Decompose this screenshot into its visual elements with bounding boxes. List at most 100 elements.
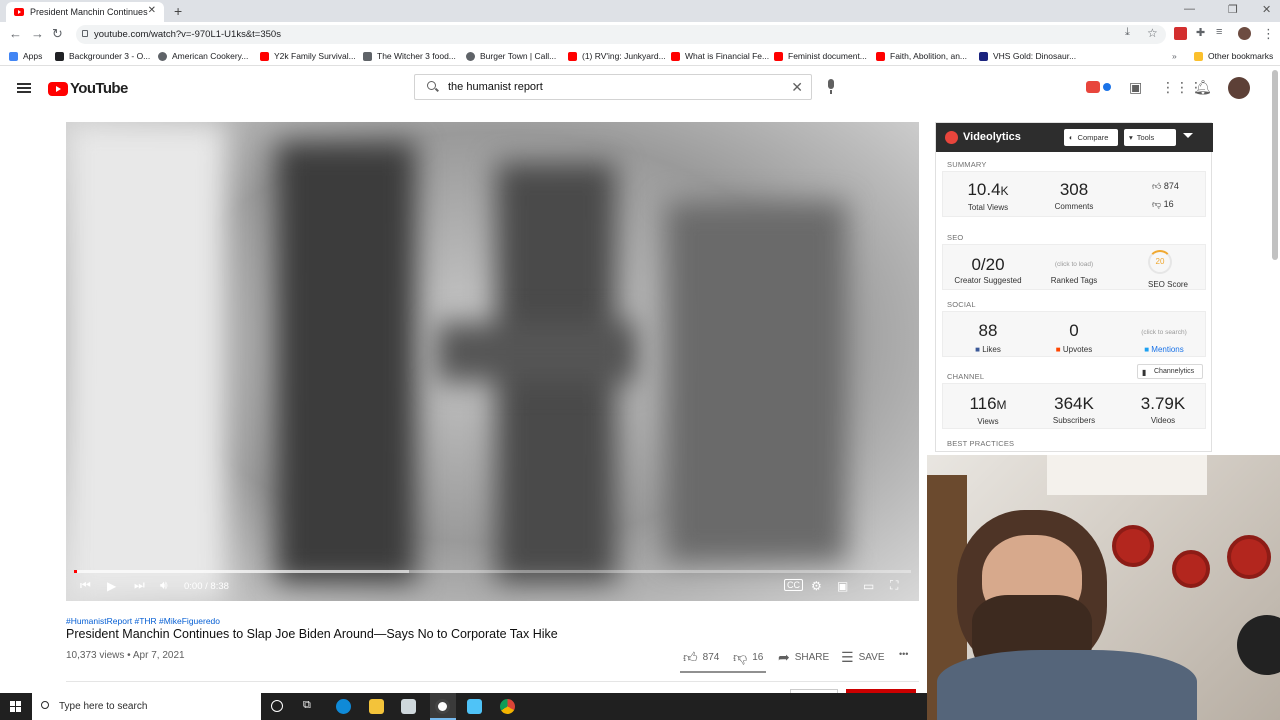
chrome-menu-icon[interactable]: ⋮: [1262, 26, 1275, 42]
creator-suggested-label: Creator Suggested: [954, 276, 1022, 285]
other-bookmarks[interactable]: Other bookmarks: [1194, 51, 1273, 61]
bookmark-item[interactable]: Faith, Abolition, an...: [876, 51, 967, 61]
ranked-tags-hint[interactable]: (click to load): [1039, 261, 1109, 268]
back-icon[interactable]: ←: [9, 26, 22, 41]
tools-button[interactable]: ▾ Tools: [1124, 129, 1176, 146]
bookmark-apps[interactable]: Apps: [9, 51, 42, 61]
next-icon[interactable]: ⏭︎: [134, 578, 145, 593]
menu-icon[interactable]: [17, 83, 31, 93]
compare-button[interactable]: ◐ Compare: [1064, 129, 1118, 146]
browser-tab[interactable]: President Manchin Continues to ✕: [6, 2, 164, 22]
new-tab-button[interactable]: +: [174, 3, 182, 19]
bookmark-favicon-icon: [158, 51, 167, 61]
restore-icon[interactable]: ❐: [1228, 3, 1238, 16]
forward-icon[interactable]: →: [31, 26, 44, 41]
tab-title: President Manchin Continues to: [30, 7, 150, 17]
tab-close-icon[interactable]: ✕: [148, 5, 156, 16]
reddit-upvotes-label[interactable]: ■ Upvotes: [1039, 345, 1109, 354]
avatar[interactable]: [1228, 77, 1250, 99]
divider: [66, 681, 919, 682]
extensions-puzzle-icon[interactable]: ✚: [1196, 26, 1205, 39]
notifications-bell-icon[interactable]: 🔔︎: [1194, 79, 1212, 96]
address-bar[interactable]: youtube.com/watch?v=-970L1-U1ks&t=350s: [76, 25, 1166, 44]
page-scrollbar[interactable]: [1272, 70, 1278, 260]
bookmarks-overflow-icon[interactable]: »: [1172, 51, 1177, 61]
document-app-icon[interactable]: [401, 699, 416, 714]
bookmark-item[interactable]: The Witcher 3 food...: [363, 51, 456, 61]
summary-likes: 👍︎ 874: [1152, 181, 1179, 191]
panel-collapse-icon[interactable]: [1183, 133, 1193, 138]
progress-bar[interactable]: [74, 570, 911, 573]
more-actions-icon[interactable]: •••: [899, 649, 908, 659]
channel-views-label: Views: [977, 417, 999, 426]
file-explorer-icon[interactable]: [369, 699, 384, 714]
profile-avatar[interactable]: [1238, 27, 1251, 40]
notification-dot-icon: [1103, 83, 1111, 91]
theater-mode-icon[interactable]: ▭: [863, 579, 874, 593]
notes-app-icon[interactable]: [467, 699, 482, 714]
bookmark-star-icon[interactable]: ☆: [1147, 26, 1158, 40]
window-close-icon[interactable]: ✕: [1262, 3, 1271, 16]
videolytics-extension-icon[interactable]: [1086, 81, 1100, 93]
bookmark-item[interactable]: (1) RV'ing: Junkyard...: [568, 51, 666, 61]
chrome-icon[interactable]: [500, 699, 515, 714]
clear-search-icon[interactable]: ✕: [791, 79, 803, 96]
like-ratio-bar: [680, 671, 766, 673]
playlist-add-icon: ☰: [841, 649, 854, 665]
twitter-mentions-link[interactable]: ■ Mentions: [1129, 345, 1199, 354]
install-icon[interactable]: ⤓: [1125, 26, 1130, 39]
dislike-button[interactable]: 👎︎ 16: [733, 649, 763, 666]
channel-card: 116M Views 364K Subscribers 3.79K Videos: [942, 383, 1206, 429]
search-input[interactable]: the humanist report ✕: [414, 74, 812, 100]
share-button[interactable]: ➦ SHARE: [778, 649, 829, 666]
obs-icon[interactable]: [435, 699, 450, 714]
bookmark-item[interactable]: Burger Town | Call...: [466, 51, 556, 61]
channelytics-button[interactable]: ▮ Channelytics: [1137, 364, 1203, 379]
task-view-icon[interactable]: ⧉: [303, 699, 311, 712]
cortana-icon[interactable]: [271, 700, 283, 712]
videolytics-title: Videolytics: [963, 131, 1021, 143]
save-button[interactable]: ☰ SAVE: [841, 649, 885, 666]
seo-card: 0/20 Creator Suggested (click to load) R…: [942, 244, 1206, 290]
reading-list-icon[interactable]: ≡: [1216, 26, 1222, 38]
bookmark-item[interactable]: VHS Gold: Dinosaur...: [979, 51, 1076, 61]
minimize-icon[interactable]: —: [1184, 3, 1195, 15]
bookmark-favicon-icon: [466, 51, 475, 61]
youtube-logo[interactable]: YouTube: [48, 80, 128, 97]
microphone-icon[interactable]: [824, 79, 838, 97]
fullscreen-icon[interactable]: ⛶: [890, 578, 898, 593]
extension-videolytics-icon[interactable]: [1174, 27, 1187, 40]
bookmark-favicon-icon: [363, 51, 372, 61]
bookmark-item[interactable]: Backgrounder 3 - O...: [55, 51, 150, 61]
bookmark-item[interactable]: Y2k Family Survival...: [260, 51, 356, 61]
video-player[interactable]: ⏮︎ ▶ ⏭︎ 🔊︎ 0:00 / 8:38 CC ⚙ ▣ ▭ ⛶: [66, 122, 919, 601]
bookmark-item[interactable]: What is Financial Fe...: [671, 51, 769, 61]
comments-value: 308: [1059, 180, 1089, 199]
captions-icon[interactable]: CC: [784, 579, 803, 591]
bookmark-item[interactable]: Feminist document...: [774, 51, 867, 61]
volume-icon[interactable]: 🔊︎: [160, 578, 168, 593]
bookmarks-bar: Apps Backgrounder 3 - O... American Cook…: [0, 46, 1280, 66]
videolytics-header: Videolytics ◐ Compare ▾ Tools: [936, 123, 1213, 152]
video-hashtags[interactable]: #HumanistReport #THR #MikeFigueredo: [66, 616, 220, 626]
videolytics-panel: Videolytics ◐ Compare ▾ Tools SUMMARY 10.4…: [935, 122, 1213, 452]
tools-caret-icon: ▾: [1129, 133, 1133, 142]
youtube-favicon-icon: [260, 51, 269, 61]
miniplayer-icon[interactable]: ▣: [837, 579, 848, 593]
settings-gear-icon[interactable]: ⚙: [811, 579, 822, 593]
video-meta: 10,373 views • Apr 7, 2021: [66, 650, 185, 661]
windows-start-icon[interactable]: [10, 701, 21, 712]
reload-icon[interactable]: ↻: [52, 26, 63, 42]
mentions-hint[interactable]: (click to search): [1129, 329, 1199, 336]
taskbar-search-input[interactable]: Type here to search: [32, 693, 261, 720]
edge-icon[interactable]: [336, 699, 351, 714]
play-icon[interactable]: ▶: [107, 579, 116, 593]
bookmark-item[interactable]: American Cookery...: [158, 51, 248, 61]
bar-chart-icon: ▮: [1142, 368, 1147, 377]
previous-icon[interactable]: ⏮︎: [80, 578, 91, 593]
lock-icon: [82, 30, 88, 37]
like-button[interactable]: 👍︎ 874: [683, 649, 719, 666]
videos-label: Videos: [1150, 416, 1176, 425]
create-video-icon[interactable]: ▣: [1129, 79, 1142, 96]
video-frame-shape: [66, 122, 226, 601]
